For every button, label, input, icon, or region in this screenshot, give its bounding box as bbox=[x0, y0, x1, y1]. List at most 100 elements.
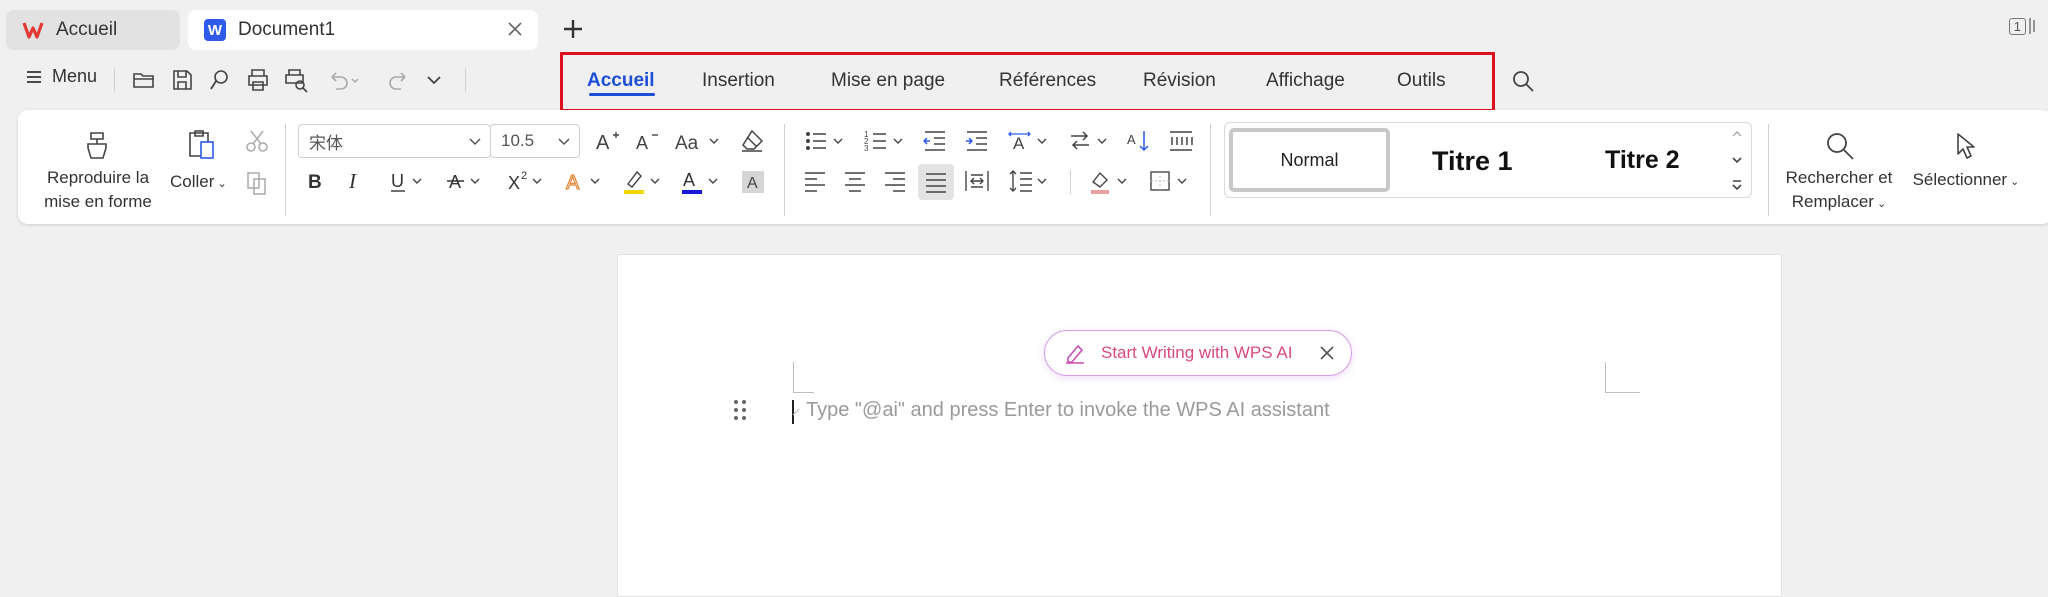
svg-text:A: A bbox=[449, 172, 461, 192]
find-replace-button[interactable]: Rechercher et Remplacer ⌄ bbox=[1780, 124, 1898, 216]
svg-text:A: A bbox=[683, 170, 695, 190]
style-titre-2[interactable]: Titre 2 bbox=[1605, 146, 1680, 175]
tab-revision[interactable]: Révision bbox=[1143, 70, 1216, 92]
active-tab-underline bbox=[589, 93, 655, 96]
font-color-icon[interactable]: A bbox=[680, 168, 726, 194]
divider bbox=[114, 68, 115, 92]
bullet-list-icon[interactable] bbox=[804, 128, 848, 154]
plus-icon[interactable] bbox=[560, 16, 586, 42]
align-center-icon[interactable] bbox=[842, 168, 868, 194]
underline-icon[interactable]: U bbox=[388, 168, 432, 194]
font-size-select[interactable]: 10.5 bbox=[490, 124, 580, 158]
svg-text:A: A bbox=[1127, 132, 1136, 147]
decrease-indent-icon[interactable] bbox=[922, 128, 948, 154]
strikethrough-icon[interactable]: A bbox=[446, 168, 490, 194]
margin-marker-right bbox=[1605, 362, 1640, 393]
word-doc-icon: W bbox=[204, 19, 226, 41]
select-label: Sélectionner bbox=[1912, 170, 2008, 189]
close-tab-icon[interactable] bbox=[506, 20, 524, 38]
grow-font-icon[interactable]: A bbox=[594, 128, 620, 154]
numbered-list-icon[interactable]: 123 bbox=[864, 128, 908, 154]
tab-references[interactable]: Références bbox=[999, 70, 1096, 92]
divider bbox=[1210, 124, 1211, 216]
distributed-align-icon[interactable] bbox=[964, 168, 990, 194]
svg-text:I: I bbox=[348, 169, 357, 193]
justify-icon bbox=[926, 173, 946, 193]
select-button[interactable]: Sélectionner ⌄ bbox=[1906, 124, 2026, 216]
styles-scroll-up-icon[interactable] bbox=[1730, 128, 1744, 140]
svg-text:X: X bbox=[508, 173, 520, 193]
font-name-select[interactable]: 宋体 bbox=[298, 124, 491, 158]
print-preview-icon[interactable] bbox=[283, 67, 309, 93]
italic-icon[interactable]: I bbox=[344, 168, 370, 194]
divider bbox=[465, 68, 466, 92]
wps-ai-button[interactable]: Start Writing with WPS AI bbox=[1044, 330, 1352, 376]
tab-mise-en-page[interactable]: Mise en page bbox=[831, 70, 945, 92]
svg-text:2: 2 bbox=[521, 170, 527, 182]
chevron-down-icon: ⌄ bbox=[1873, 198, 1887, 210]
sort-icon[interactable]: A bbox=[1126, 128, 1152, 154]
margin-marker-left bbox=[793, 362, 814, 393]
justify-button[interactable] bbox=[918, 164, 954, 200]
highlighter-icon[interactable] bbox=[622, 168, 668, 194]
svg-text:U: U bbox=[391, 171, 404, 191]
tab-insertion[interactable]: Insertion bbox=[702, 70, 775, 92]
cut-icon[interactable] bbox=[244, 128, 270, 154]
tab-home-label: Accueil bbox=[56, 19, 118, 40]
bold-icon[interactable]: B bbox=[304, 168, 330, 194]
more-chevron-icon[interactable] bbox=[424, 67, 450, 93]
character-shading-icon[interactable]: A bbox=[740, 168, 766, 194]
text-direction-icon[interactable] bbox=[1068, 128, 1112, 154]
document-page[interactable] bbox=[617, 254, 1782, 597]
borders-icon[interactable] bbox=[1148, 168, 1192, 194]
style-titre-1[interactable]: Titre 1 bbox=[1432, 146, 1513, 177]
line-spacing-icon[interactable] bbox=[1008, 168, 1052, 194]
style-normal[interactable]: Normal bbox=[1229, 128, 1390, 192]
styles-scroll-down-icon[interactable] bbox=[1730, 154, 1744, 166]
export-icon[interactable] bbox=[207, 67, 233, 93]
print-icon[interactable] bbox=[245, 67, 271, 93]
tab-accueil[interactable]: Accueil bbox=[587, 70, 655, 92]
styles-expand-icon[interactable] bbox=[1730, 178, 1744, 192]
show-marks-icon[interactable] bbox=[1168, 128, 1194, 154]
change-case-icon[interactable]: Aa bbox=[674, 128, 722, 154]
ai-placeholder-marker-icon bbox=[791, 405, 801, 419]
menu-label: Menu bbox=[52, 66, 98, 86]
copy-icon[interactable] bbox=[244, 170, 270, 196]
divider bbox=[784, 124, 785, 216]
text-effect-icon[interactable]: A bbox=[564, 168, 610, 194]
align-left-icon[interactable] bbox=[802, 168, 828, 194]
increase-indent-icon[interactable] bbox=[964, 128, 990, 154]
align-right-icon[interactable] bbox=[882, 168, 908, 194]
magnifier-icon bbox=[1824, 130, 1854, 160]
tab-outils[interactable]: Outils bbox=[1397, 70, 1446, 92]
svg-text:A: A bbox=[596, 132, 610, 154]
undo-icon[interactable] bbox=[326, 67, 359, 93]
superscript-icon[interactable]: X2 bbox=[506, 168, 552, 194]
brush-icon bbox=[82, 130, 108, 159]
chevron-down-icon: ⌄ bbox=[214, 178, 227, 190]
shrink-font-icon[interactable]: A bbox=[634, 128, 660, 154]
ai-pen-icon bbox=[1063, 341, 1087, 365]
menu-button[interactable]: Menu bbox=[26, 66, 97, 87]
page-count: 1 bbox=[2008, 17, 2026, 35]
open-folder-icon[interactable] bbox=[131, 67, 157, 93]
close-icon[interactable] bbox=[1319, 345, 1335, 361]
find-replace-label-1: Rechercher et bbox=[1785, 168, 1893, 187]
search-icon[interactable] bbox=[1510, 68, 1536, 94]
tab-document[interactable]: W Document1 bbox=[188, 10, 538, 50]
redo-icon[interactable] bbox=[385, 67, 411, 93]
drag-handle-icon[interactable] bbox=[732, 398, 748, 422]
ai-placeholder-text[interactable]: Type "@ai" and press Enter to invoke the… bbox=[806, 399, 1330, 422]
clipboard-icon bbox=[184, 128, 214, 159]
character-spacing-icon[interactable]: A bbox=[1008, 128, 1052, 154]
tab-home[interactable]: Accueil bbox=[6, 10, 180, 50]
paste-button[interactable]: Coller ⌄ bbox=[168, 124, 236, 194]
paragraph-shading-icon[interactable] bbox=[1088, 168, 1132, 194]
save-icon[interactable] bbox=[169, 67, 195, 93]
page-count-indicator[interactable]: 1 bbox=[2008, 16, 2038, 36]
clear-format-icon[interactable] bbox=[738, 128, 764, 154]
font-size-value: 10.5 bbox=[501, 131, 535, 150]
format-painter-button[interactable]: Reproduire la mise en forme bbox=[28, 124, 168, 224]
tab-affichage[interactable]: Affichage bbox=[1266, 70, 1345, 92]
